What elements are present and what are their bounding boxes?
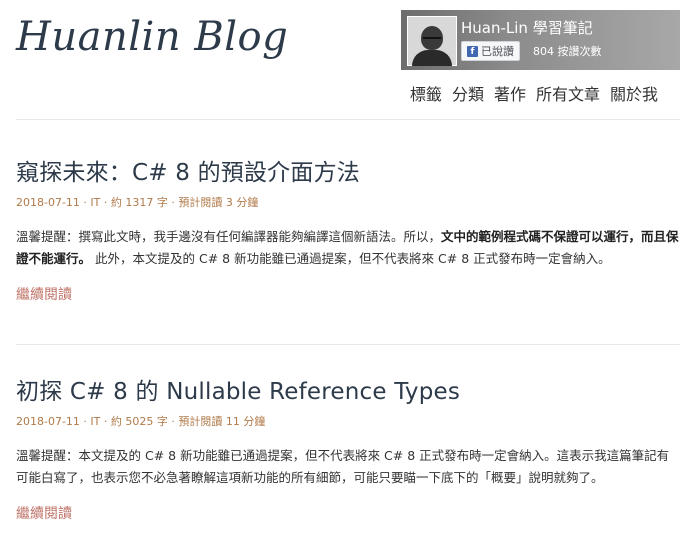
post-card: 初探 C# 8 的 Nullable Reference Types 2018-…	[16, 372, 680, 523]
post-card: 窺探未來：C# 8 的預設介面方法 2018-07-11 · IT · 約 13…	[16, 153, 680, 304]
fb-page-name[interactable]: Huan-Lin 學習筆記	[461, 17, 593, 38]
post-title[interactable]: 窺探未來：C# 8 的預設介面方法	[16, 153, 680, 187]
nav-item-about[interactable]: 關於我	[610, 81, 658, 105]
post-divider	[16, 344, 680, 345]
post-meta: 2018-07-11 · IT · 約 5025 字 · 預計閱讀 11 分鐘	[16, 415, 266, 428]
facebook-page-widget[interactable]: Huan-Lin 學習筆記 f 已說讚 804 按讚次數	[401, 10, 680, 70]
fb-like-label: 已說讚	[481, 45, 514, 58]
excerpt-text-continued: 此外，本文提及的 C# 8 新功能雖已通過提案，但不代表將來 C# 8 正式發布…	[91, 251, 611, 266]
read-more-link[interactable]: 繼續閱讀	[16, 503, 72, 523]
nav-item-publications[interactable]: 著作	[494, 81, 526, 105]
fb-like-count: 804 按讚次數	[533, 45, 602, 58]
fb-like-button[interactable]: f 已說讚	[461, 41, 520, 61]
page-avatar[interactable]	[407, 16, 457, 66]
post-excerpt: 溫馨提醒：本文提及的 C# 8 新功能雖已通過提案，但不代表將來 C# 8 正式…	[16, 448, 670, 485]
read-more-link[interactable]: 繼續閱讀	[16, 284, 72, 304]
blog-title[interactable]: Huanlin Blog	[16, 14, 288, 60]
nav-item-all-posts[interactable]: 所有文章	[536, 81, 600, 105]
main-nav: 標籤 分類 著作 所有文章 關於我	[410, 81, 658, 105]
header-divider	[16, 119, 680, 120]
excerpt-text: 溫馨提醒：撰寫此文時，我手邊沒有任何編譯器能夠編譯這個新語法。所以，	[16, 229, 442, 244]
post-excerpt: 溫馨提醒：撰寫此文時，我手邊沒有任何編譯器能夠編譯這個新語法。所以，文中的範例程…	[16, 226, 680, 270]
post-title[interactable]: 初探 C# 8 的 Nullable Reference Types	[16, 372, 680, 406]
nav-item-tags[interactable]: 標籤	[410, 81, 442, 105]
post-meta: 2018-07-11 · IT · 約 1317 字 · 預計閱讀 3 分鐘	[16, 196, 259, 209]
nav-item-categories[interactable]: 分類	[452, 81, 484, 105]
facebook-icon: f	[467, 45, 478, 57]
